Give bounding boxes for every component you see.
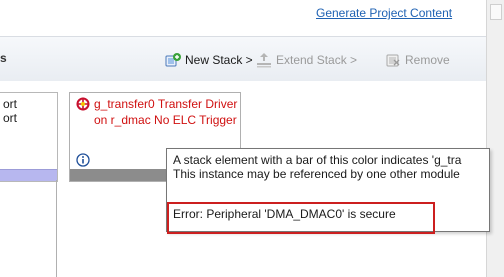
stacks-panel-title: s — [0, 51, 7, 65]
add-stack-icon — [165, 52, 181, 68]
right-scrollbar[interactable] — [486, 0, 504, 277]
tooltip-line-2: This instance may be referenced by one o… — [173, 167, 460, 181]
new-stack-button[interactable]: New Stack > — [165, 51, 253, 69]
stack-card-partial[interactable]: ort ort — [0, 92, 58, 182]
partial-card-text: ort ort — [3, 97, 17, 125]
remove-icon — [385, 52, 401, 68]
tooltip-line-1: A stack element with a bar of this color… — [173, 153, 462, 167]
scrollbar-thumb[interactable] — [490, 4, 502, 20]
stack-card-title: g_transfer0 Transfer Driver on r_dmac No… — [94, 97, 238, 127]
new-stack-label: New Stack > — [185, 53, 253, 67]
remove-label: Remove — [405, 53, 450, 67]
remove-button[interactable]: Remove — [385, 51, 450, 69]
stacks-panel-header: s New Stack > Extend Stack > Remove — [0, 36, 486, 82]
component-icon — [76, 97, 90, 111]
partial-card-color-bar — [0, 169, 57, 181]
partial-card-line-1: ort — [3, 97, 18, 111]
partial-card-line-2: ort — [3, 111, 18, 125]
extend-stack-button[interactable]: Extend Stack > — [256, 51, 357, 69]
info-icon[interactable] — [76, 153, 90, 167]
error-highlight-box — [167, 202, 435, 234]
generate-project-content-link[interactable]: Generate Project Content — [316, 6, 484, 24]
connector-line — [56, 180, 57, 277]
extend-stack-icon — [256, 52, 272, 68]
top-bar: Generate Project Content — [0, 0, 486, 33]
extend-stack-label: Extend Stack > — [276, 53, 358, 67]
